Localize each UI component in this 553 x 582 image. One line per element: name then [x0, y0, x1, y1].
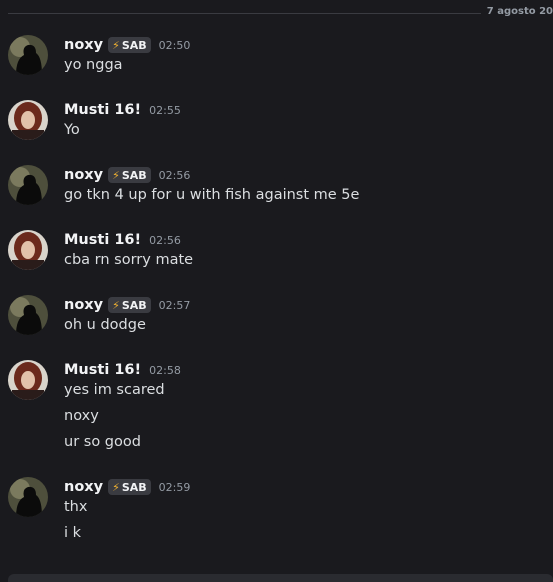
message-text: yo ngga — [64, 57, 123, 73]
avatar-musti[interactable] — [8, 100, 48, 140]
server-tag-label: SAB — [121, 168, 147, 182]
avatar-musti[interactable] — [8, 360, 48, 400]
chat-messages[interactable]: 7 agosto 20 noxy ⚡ SAB 02:50 yo ngga Mus… — [0, 0, 553, 582]
username[interactable]: Musti 16! — [64, 232, 141, 248]
lightning-bolt-icon: ⚡ — [112, 298, 120, 312]
divider-line — [8, 13, 489, 14]
timestamp[interactable]: 02:57 — [159, 299, 191, 312]
message-input-edge[interactable] — [8, 574, 553, 582]
message-text: Yo — [64, 122, 80, 138]
message-text: i k — [64, 525, 82, 541]
message-text: oh u dodge — [64, 317, 146, 333]
username[interactable]: Musti 16! — [64, 362, 141, 378]
username[interactable]: noxy — [64, 297, 103, 313]
username[interactable]: noxy — [64, 167, 103, 183]
server-tag-label: SAB — [121, 298, 147, 312]
server-tag[interactable]: ⚡ SAB — [108, 37, 151, 53]
timestamp[interactable]: 02:59 — [159, 481, 191, 494]
server-tag[interactable]: ⚡ SAB — [108, 297, 151, 313]
date-divider: 7 agosto 20 — [8, 6, 553, 20]
server-tag-label: SAB — [121, 480, 147, 494]
message-text: go tkn 4 up for u with fish against me 5… — [64, 187, 360, 203]
message-text: yes im scared — [64, 382, 165, 398]
lightning-bolt-icon: ⚡ — [112, 38, 120, 52]
timestamp[interactable]: 02:50 — [159, 39, 191, 52]
username[interactable]: Musti 16! — [64, 102, 141, 118]
message-text: thx — [64, 499, 88, 515]
avatar-musti[interactable] — [8, 230, 48, 270]
server-tag-label: SAB — [121, 38, 147, 52]
timestamp[interactable]: 02:55 — [149, 104, 181, 117]
server-tag[interactable]: ⚡ SAB — [108, 167, 151, 183]
timestamp[interactable]: 02:56 — [159, 169, 191, 182]
avatar-noxy[interactable] — [8, 295, 48, 335]
username[interactable]: noxy — [64, 37, 103, 53]
message-text: noxy — [64, 408, 99, 424]
server-tag[interactable]: ⚡ SAB — [108, 479, 151, 495]
lightning-bolt-icon: ⚡ — [112, 480, 120, 494]
avatar-noxy[interactable] — [8, 35, 48, 75]
date-divider-label: 7 agosto 20 — [480, 6, 553, 17]
timestamp[interactable]: 02:56 — [149, 234, 181, 247]
username[interactable]: noxy — [64, 479, 103, 495]
message-text: cba rn sorry mate — [64, 252, 194, 268]
avatar-noxy[interactable] — [8, 165, 48, 205]
timestamp[interactable]: 02:58 — [149, 364, 181, 377]
message-text: ur so good — [64, 434, 141, 450]
lightning-bolt-icon: ⚡ — [112, 168, 120, 182]
avatar-noxy[interactable] — [8, 477, 48, 517]
